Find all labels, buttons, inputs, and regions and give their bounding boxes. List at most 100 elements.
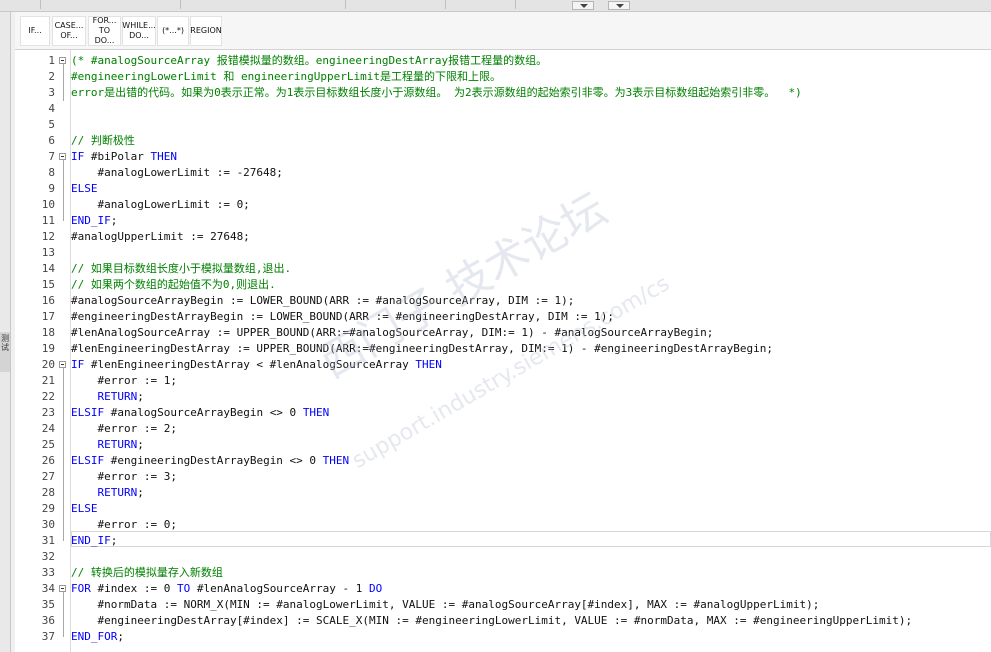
code-token: #lenEngineeringDestArray < #lenAnalogSou… [84, 358, 416, 371]
comment-token: #engineeringLowerLimit 和 engineeringUppe… [71, 70, 502, 83]
code-line[interactable]: 19 #lenEngineeringDestArray := UPPER_BOUN… [15, 341, 991, 357]
code-text: END_IF; [71, 213, 117, 229]
code-token: ; [110, 214, 118, 227]
code-line[interactable]: 28 RETURN; [15, 485, 991, 501]
code-editor[interactable]: 1 (* #analogSourceArray 报错模拟量的数组。engineer… [15, 50, 991, 652]
keyword-token: RETURN [97, 438, 138, 451]
line-number: 25 [41, 438, 55, 451]
collapse-button[interactable] [608, 1, 630, 10]
code-line[interactable]: 26 ELSIF #engineeringDestArrayBegin <> 0 … [15, 453, 991, 469]
code-line[interactable]: 20 IF #lenEngineeringDestArray < #lenAnal… [15, 357, 991, 373]
code-text: #engineeringDestArray[#index] := SCALE_X… [71, 613, 912, 629]
line-number: 17 [41, 310, 55, 323]
code-line[interactable]: 33 // 转换后的模拟量存入新数组 [15, 565, 991, 581]
code-text: #analogLowerLimit := 0; [71, 197, 249, 213]
code-line[interactable]: 30 #error := 0; [15, 517, 991, 533]
code-line[interactable]: 31 END_IF; [15, 533, 991, 549]
keyword-token: END_IF [71, 214, 111, 227]
code-token: #error := 1; [71, 374, 177, 387]
line-number: 6 [48, 134, 55, 147]
code-line[interactable]: 22 RETURN; [15, 389, 991, 405]
code-line[interactable]: 13 [15, 245, 991, 261]
code-line[interactable]: 2 #engineeringLowerLimit 和 engineeringUpp… [15, 69, 991, 85]
code-token: #engineeringDestArrayBegin := LOWER_BOUN… [71, 310, 615, 323]
keyword-token: THEN [302, 406, 330, 419]
code-token: #lenAnalogSourceArray - 1 [190, 582, 370, 595]
code-line[interactable]: 23 ELSIF #analogSourceArrayBegin <> 0 THE… [15, 405, 991, 421]
line-number: 21 [41, 374, 55, 387]
fold-toggle-icon[interactable] [59, 361, 66, 368]
insert-while-button[interactable]: WHILE... DO... [122, 16, 156, 46]
code-text: error是出错的代码。如果为0表示正常。为1表示目标数组长度小于源数组。 为2… [71, 85, 802, 101]
line-number: 20 [41, 358, 55, 371]
code-token: #normData := NORM_X(MIN := #analogLowerL… [71, 598, 820, 611]
code-line[interactable]: 10 #analogLowerLimit := 0; [15, 197, 991, 213]
left-side-panel[interactable]: 测试 [0, 12, 11, 652]
code-text: #analogSourceArrayBegin := LOWER_BOUND(A… [71, 293, 574, 309]
line-number: 31 [41, 534, 55, 547]
fold-toggle-icon[interactable] [59, 153, 66, 160]
code-line[interactable]: 16 #analogSourceArrayBegin := LOWER_BOUND… [15, 293, 991, 309]
insert-comment-button[interactable]: (*...*) [157, 16, 189, 46]
collapse-button[interactable] [572, 1, 594, 10]
code-line[interactable]: 6 // 判断极性 [15, 133, 991, 149]
code-line[interactable]: 36 #engineeringDestArray[#index] := SCAL… [15, 613, 991, 629]
line-number: 5 [48, 118, 55, 131]
code-line[interactable]: 15 // 如果两个数组的起始值不为0,则退出. [15, 277, 991, 293]
code-line[interactable]: 8 #analogLowerLimit := -27648; [15, 165, 991, 181]
code-line[interactable]: 1 (* #analogSourceArray 报错模拟量的数组。engineer… [15, 53, 991, 69]
code-line[interactable]: 17 #engineeringDestArrayBegin := LOWER_BO… [15, 309, 991, 325]
insert-case-button[interactable]: CASE... OF... [52, 16, 86, 46]
line-number: 14 [41, 262, 55, 275]
code-line[interactable]: 27 #error := 3; [15, 469, 991, 485]
code-text: #engineeringDestArrayBegin := LOWER_BOUN… [71, 309, 614, 325]
fold-toggle-icon[interactable] [59, 57, 66, 64]
code-text: ELSIF #analogSourceArrayBegin <> 0 THEN [71, 405, 329, 421]
fold-toggle-icon[interactable] [59, 585, 66, 592]
code-line[interactable]: 25 RETURN; [15, 437, 991, 453]
code-line[interactable]: 11 END_IF; [15, 213, 991, 229]
line-number: 26 [41, 454, 55, 467]
code-line[interactable]: 18 #lenAnalogSourceArray := UPPER_BOUND(A… [15, 325, 991, 341]
line-number: 23 [41, 406, 55, 419]
insert-for-button[interactable]: FOR... TO DO... [88, 16, 121, 46]
keyword-token: DO [369, 582, 383, 595]
keyword-token: FOR [71, 582, 91, 595]
code-line[interactable]: 4 [15, 101, 991, 117]
line-number: 1 [48, 54, 55, 67]
line-number: 37 [41, 630, 55, 643]
line-number: 29 [41, 502, 55, 515]
code-line[interactable]: 32 [15, 549, 991, 565]
code-line[interactable]: 12 #analogUpperLimit := 27648; [15, 229, 991, 245]
code-line[interactable]: 3 error是出错的代码。如果为0表示正常。为1表示目标数组长度小于源数组。 为… [15, 85, 991, 101]
strip-divider [345, 0, 346, 9]
code-line[interactable]: 24 #error := 2; [15, 421, 991, 437]
code-line[interactable]: 35 #normData := NORM_X(MIN := #analogLow… [15, 597, 991, 613]
code-token: #engineeringDestArrayBegin <> 0 [104, 454, 323, 467]
keyword-token: TO [176, 582, 191, 595]
line-number: 11 [41, 214, 55, 227]
code-line[interactable]: 7 IF #biPolar THEN [15, 149, 991, 165]
code-text: #error := 2; [71, 421, 176, 437]
keyword-token: ELSIF [71, 406, 105, 419]
comment-token: error是出错的代码。如果为0表示正常。为1表示目标数组长度小于源数组。 为2… [71, 86, 802, 99]
line-number: 3 [48, 86, 55, 99]
line-number: 2 [48, 70, 55, 83]
code-text: ELSE [71, 181, 98, 197]
line-number: 15 [41, 278, 55, 291]
code-line[interactable]: 14 // 如果目标数组长度小于模拟量数组,退出. [15, 261, 991, 277]
insert-if-button[interactable]: IF... [20, 16, 50, 46]
code-line[interactable]: 37 END_FOR; [15, 629, 991, 645]
code-line[interactable]: 9 ELSE [15, 181, 991, 197]
line-number: 16 [41, 294, 55, 307]
code-line[interactable]: 29 ELSE [15, 501, 991, 517]
code-line[interactable]: 21 #error := 1; [15, 373, 991, 389]
insert-region-button[interactable]: REGION [190, 16, 222, 46]
code-token: ; [117, 630, 124, 643]
code-line[interactable]: 5 [15, 117, 991, 133]
line-number: 13 [41, 246, 55, 259]
line-number: 36 [41, 614, 55, 627]
code-line[interactable]: 34 FOR #index := 0 TO #lenAnalogSourceArr… [15, 581, 991, 597]
